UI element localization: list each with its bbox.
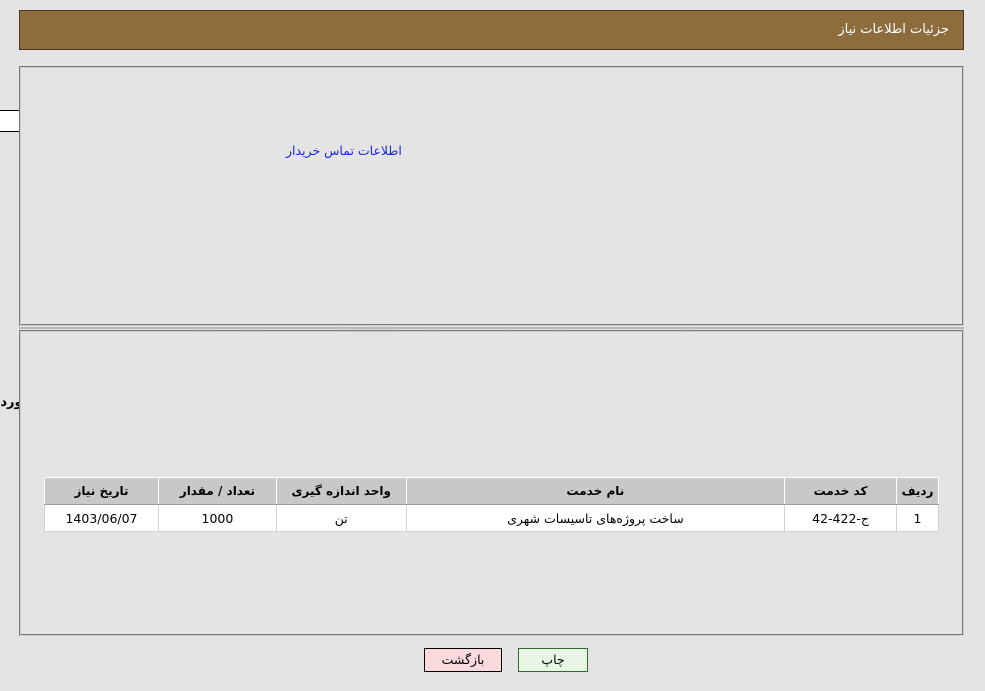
th-row: ردیف [897, 477, 940, 505]
back-button[interactable]: بازگشت [425, 648, 503, 672]
need-summary-panel [20, 66, 965, 326]
cell-row: 1 [897, 504, 940, 532]
th-code: کد خدمت [785, 477, 899, 505]
cell-name: ساخت پروژه‌های تاسیسات شهری [406, 504, 787, 532]
th-date: تاریخ نیاز [45, 477, 160, 505]
services-table: ردیف کد خدمت نام خدمت واحد اندازه گیری ت… [45, 477, 940, 532]
cell-code: ج-422-42 [785, 504, 899, 532]
th-quantity: تعداد / مقدار [158, 477, 278, 505]
cell-quantity: 1000 [158, 504, 278, 532]
th-name: نام خدمت [406, 477, 787, 505]
page-title-bar: جزئیات اطلاعات نیاز [20, 10, 965, 50]
table-row[interactable]: 1 ج-422-42 ساخت پروژه‌های تاسیسات شهری ت… [45, 504, 940, 532]
cell-date: 1403/06/07 [45, 504, 160, 532]
table-header-row: ردیف کد خدمت نام خدمت واحد اندازه گیری ت… [45, 477, 940, 505]
th-unit: واحد اندازه گیری [276, 477, 408, 505]
buyer-contact-link[interactable]: اطلاعات تماس خریدار [287, 143, 403, 158]
page-title: جزئیات اطلاعات نیاز [839, 22, 950, 37]
cell-unit: تن [276, 504, 408, 532]
section-divider [20, 327, 965, 329]
print-button[interactable]: چاپ [519, 648, 589, 672]
page-root: AnaTender.net جزئیات اطلاعات نیاز شماره … [0, 0, 985, 691]
